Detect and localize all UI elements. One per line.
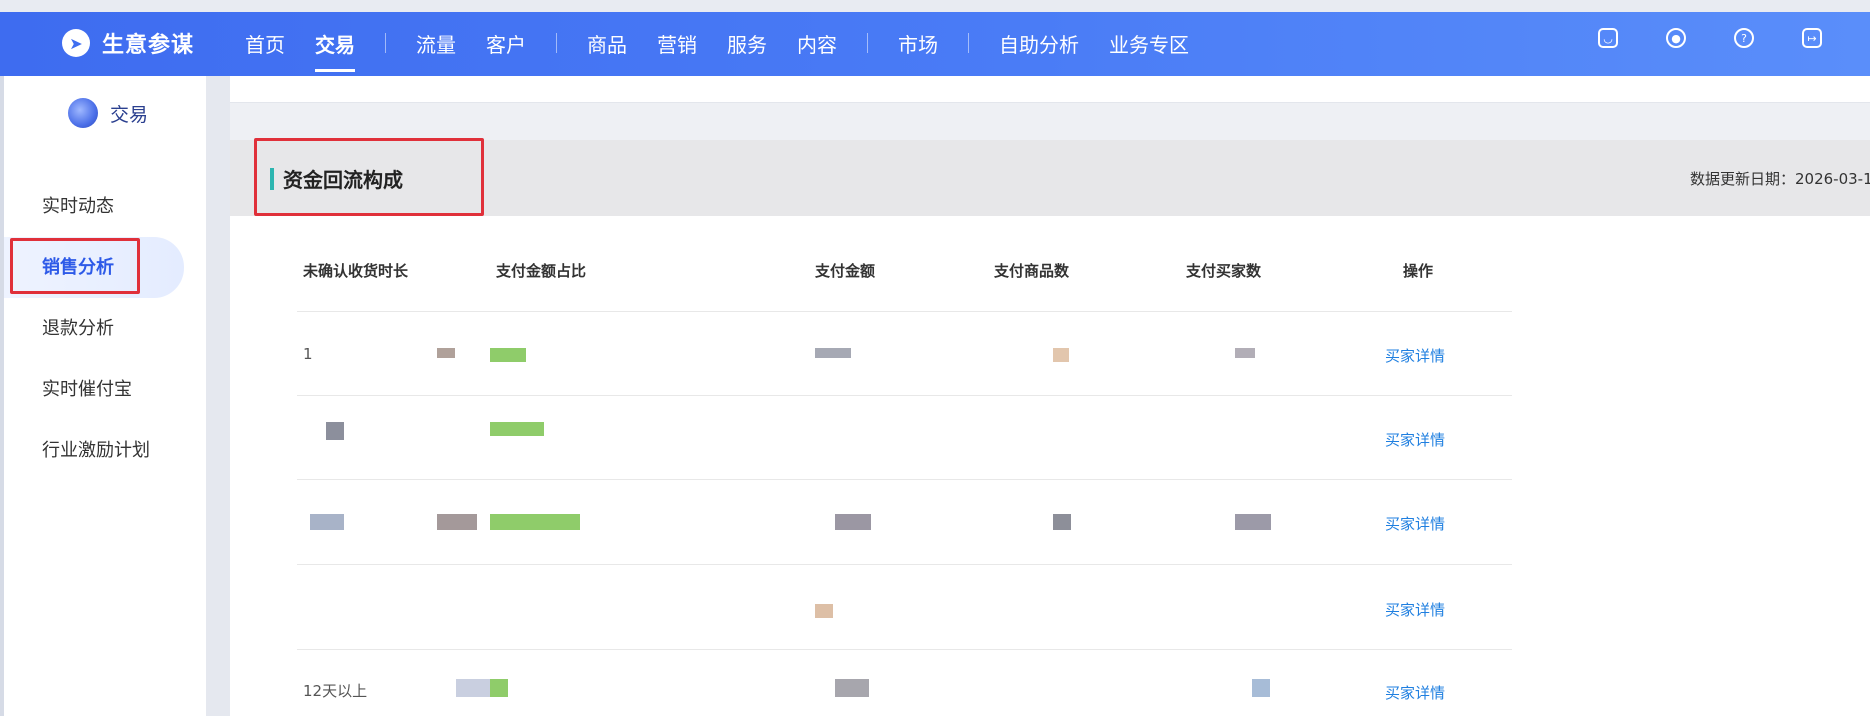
sidebar-menu: 实时动态 销售分析 退款分析 实时催付宝 行业激励计划 bbox=[4, 176, 206, 481]
sidebar-item-realtime[interactable]: 实时动态 bbox=[4, 176, 206, 237]
redacted-block bbox=[815, 348, 851, 358]
redacted-block bbox=[815, 604, 833, 618]
buyer-detail-link[interactable]: 买家详情 bbox=[1385, 429, 1445, 450]
redacted-block bbox=[310, 514, 344, 530]
top-icons: ◡ ● ? ↦ bbox=[1598, 28, 1870, 48]
redacted-block bbox=[1252, 679, 1270, 697]
buyer-detail-link[interactable]: 买家详情 bbox=[1385, 682, 1445, 703]
sidebar: 交易 实时动态 销售分析 退款分析 实时催付宝 行业激励计划 bbox=[0, 76, 206, 716]
buyer-detail-link[interactable]: 买家详情 bbox=[1385, 599, 1445, 620]
redacted-block bbox=[1053, 348, 1069, 362]
nav-divider bbox=[385, 33, 386, 53]
ratio-bar bbox=[490, 348, 526, 362]
message-icon[interactable]: ◡ bbox=[1598, 28, 1618, 48]
redacted-block bbox=[1235, 514, 1271, 530]
help-icon[interactable]: ? bbox=[1734, 28, 1754, 48]
redacted-block bbox=[1053, 514, 1071, 530]
row-divider bbox=[297, 395, 1512, 396]
sidebar-item-incentive-plan[interactable]: 行业激励计划 bbox=[4, 420, 206, 481]
redacted-block bbox=[437, 348, 455, 358]
update-date: 数据更新日期：2026-03-1 bbox=[1690, 170, 1870, 188]
redacted-block bbox=[1235, 348, 1255, 358]
nav-divider bbox=[968, 33, 969, 53]
duration-cell: 1 bbox=[303, 345, 313, 363]
ratio-bar bbox=[490, 679, 508, 697]
redacted-block bbox=[456, 679, 490, 697]
redacted-block bbox=[835, 514, 871, 530]
user-icon[interactable]: ● bbox=[1666, 28, 1686, 48]
row-divider bbox=[297, 311, 1512, 312]
nav-product[interactable]: 商品 bbox=[587, 29, 627, 58]
redacted-block bbox=[437, 514, 477, 530]
highlight-box-sales bbox=[10, 238, 140, 294]
redacted-block bbox=[835, 679, 869, 697]
compass-icon: ➤ bbox=[62, 29, 90, 57]
nav-customer[interactable]: 客户 bbox=[486, 29, 526, 58]
nav-business-zone[interactable]: 业务专区 bbox=[1109, 29, 1189, 58]
redacted-block bbox=[326, 422, 344, 440]
table-panel bbox=[230, 216, 1870, 716]
nav-traffic[interactable]: 流量 bbox=[416, 29, 456, 58]
nav-self-analysis[interactable]: 自助分析 bbox=[999, 29, 1079, 58]
brand-name: 生意参谋 bbox=[102, 33, 195, 58]
sidebar-gutter bbox=[206, 76, 230, 716]
nav-content[interactable]: 内容 bbox=[797, 29, 837, 58]
sidebar-item-payment-reminder[interactable]: 实时催付宝 bbox=[4, 359, 206, 420]
nav-trade[interactable]: 交易 bbox=[315, 29, 355, 72]
row-divider bbox=[297, 649, 1512, 650]
header-ratio: 支付金额占比 bbox=[496, 262, 587, 280]
nav-divider bbox=[556, 33, 557, 53]
sidebar-header: 交易 bbox=[68, 98, 148, 128]
top-nav-bar: ➤ 生意参谋 首页 交易 流量 客户 商品 营销 服务 内容 市场 自助分析 业… bbox=[0, 0, 1870, 76]
logout-icon[interactable]: ↦ bbox=[1802, 28, 1822, 48]
row-divider bbox=[297, 479, 1512, 480]
header-duration: 未确认收货时长 bbox=[303, 262, 409, 280]
nav-service[interactable]: 服务 bbox=[727, 29, 767, 58]
browser-strip bbox=[0, 0, 1870, 12]
sidebar-item-refund-analysis[interactable]: 退款分析 bbox=[4, 298, 206, 359]
brand[interactable]: ➤ 生意参谋 bbox=[62, 26, 194, 60]
header-amount: 支付金额 bbox=[815, 262, 876, 280]
buyer-detail-link[interactable]: 买家详情 bbox=[1385, 345, 1445, 366]
nav-market[interactable]: 市场 bbox=[898, 29, 938, 58]
buyer-detail-link[interactable]: 买家详情 bbox=[1385, 513, 1445, 534]
highlight-box-section bbox=[254, 138, 484, 216]
previous-card-edge bbox=[230, 76, 1870, 103]
nav-home[interactable]: 首页 bbox=[245, 29, 285, 58]
sidebar-title: 交易 bbox=[110, 103, 149, 126]
header-action: 操作 bbox=[1403, 262, 1434, 280]
duration-cell: 12天以上 bbox=[303, 682, 368, 700]
trade-logo-icon bbox=[68, 98, 98, 128]
ratio-bar bbox=[490, 514, 580, 530]
nav-divider bbox=[867, 33, 868, 53]
header-buyers: 支付买家数 bbox=[1186, 262, 1262, 280]
main-nav: 首页 交易 流量 客户 商品 营销 服务 内容 市场 自助分析 业务专区 bbox=[245, 26, 1219, 72]
ratio-bar bbox=[490, 422, 544, 436]
nav-marketing[interactable]: 营销 bbox=[657, 29, 697, 58]
row-divider bbox=[297, 564, 1512, 565]
header-items: 支付商品数 bbox=[994, 262, 1070, 280]
